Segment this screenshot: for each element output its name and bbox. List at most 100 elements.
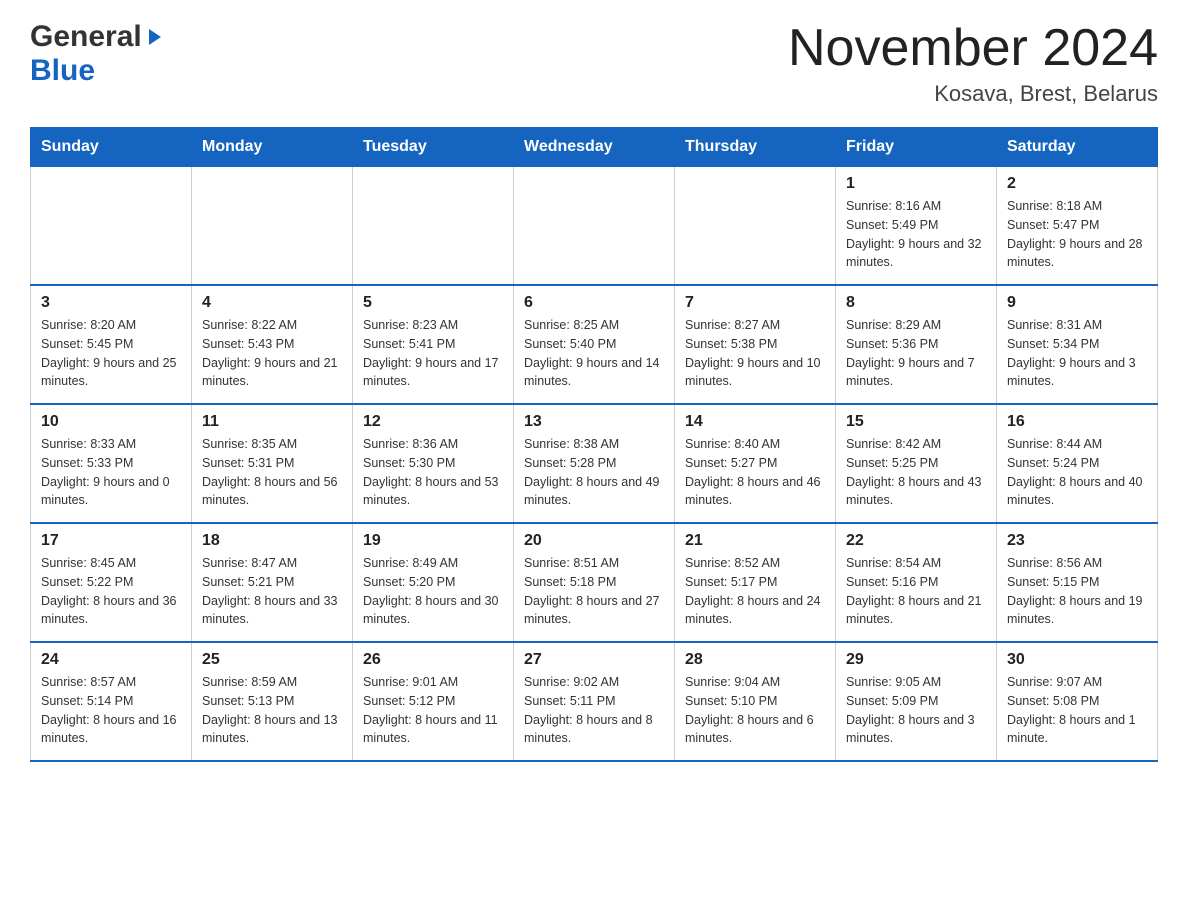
day-info: Sunrise: 8:31 AMSunset: 5:34 PMDaylight:… [1007,316,1147,391]
logo-arrow-icon [145,27,165,47]
day-info: Sunrise: 8:47 AMSunset: 5:21 PMDaylight:… [202,554,342,629]
day-number: 9 [1007,294,1147,312]
day-info: Sunrise: 8:29 AMSunset: 5:36 PMDaylight:… [846,316,986,391]
table-row: 8 Sunrise: 8:29 AMSunset: 5:36 PMDaylight… [836,285,997,404]
day-number: 26 [363,651,503,669]
page-header: General Blue November 2024 Kosava, Brest… [30,20,1158,107]
calendar-week-row: 17Sunrise: 8:45 AMSunset: 5:22 PMDayligh… [31,523,1158,642]
calendar-week-row: 3 Sunrise: 8:20 AMSunset: 5:45 PMDaylight… [31,285,1158,404]
day-info: Sunrise: 9:02 AMSunset: 5:11 PMDaylight:… [524,673,664,748]
day-info: Sunrise: 8:40 AMSunset: 5:27 PMDaylight:… [685,435,825,510]
day-number: 3 [41,294,181,312]
calendar-header-row: Sunday Monday Tuesday Wednesday Thursday… [31,128,1158,167]
table-row: 2 Sunrise: 8:18 AMSunset: 5:47 PMDaylight… [997,167,1158,286]
day-info: Sunrise: 8:38 AMSunset: 5:28 PMDaylight:… [524,435,664,510]
calendar-week-row: 10 Sunrise: 8:33 AMSunset: 5:33 PMDayligh… [31,404,1158,523]
day-info: Sunrise: 8:59 AMSunset: 5:13 PMDaylight:… [202,673,342,748]
day-info: Sunrise: 8:25 AMSunset: 5:40 PMDaylight:… [524,316,664,391]
table-row: 30 Sunrise: 9:07 AMSunset: 5:08 PMDayligh… [997,642,1158,761]
calendar-subtitle: Kosava, Brest, Belarus [788,81,1158,107]
calendar-table: Sunday Monday Tuesday Wednesday Thursday… [30,127,1158,762]
col-friday: Friday [836,128,997,167]
day-number: 15 [846,413,986,431]
table-row: 11Sunrise: 8:35 AMSunset: 5:31 PMDayligh… [192,404,353,523]
calendar-week-row: 1 Sunrise: 8:16 AMSunset: 5:49 PMDaylight… [31,167,1158,286]
day-number: 13 [524,413,664,431]
day-info: Sunrise: 8:23 AMSunset: 5:41 PMDaylight:… [363,316,503,391]
table-row: 3 Sunrise: 8:20 AMSunset: 5:45 PMDaylight… [31,285,192,404]
col-wednesday: Wednesday [514,128,675,167]
day-number: 21 [685,532,825,550]
table-row: 4 Sunrise: 8:22 AMSunset: 5:43 PMDaylight… [192,285,353,404]
table-row: 14Sunrise: 8:40 AMSunset: 5:27 PMDayligh… [675,404,836,523]
day-info: Sunrise: 9:05 AMSunset: 5:09 PMDaylight:… [846,673,986,748]
day-info: Sunrise: 9:01 AMSunset: 5:12 PMDaylight:… [363,673,503,748]
table-row: 27 Sunrise: 9:02 AMSunset: 5:11 PMDayligh… [514,642,675,761]
table-row: 13 Sunrise: 8:38 AMSunset: 5:28 PMDayligh… [514,404,675,523]
table-row: 16Sunrise: 8:44 AMSunset: 5:24 PMDayligh… [997,404,1158,523]
col-monday: Monday [192,128,353,167]
day-number: 19 [363,532,503,550]
day-info: Sunrise: 8:33 AMSunset: 5:33 PMDaylight:… [41,435,181,510]
day-info: Sunrise: 9:07 AMSunset: 5:08 PMDaylight:… [1007,673,1147,748]
table-row: 22 Sunrise: 8:54 AMSunset: 5:16 PMDayligh… [836,523,997,642]
table-row: 17Sunrise: 8:45 AMSunset: 5:22 PMDayligh… [31,523,192,642]
day-number: 8 [846,294,986,312]
day-info: Sunrise: 8:27 AMSunset: 5:38 PMDaylight:… [685,316,825,391]
day-number: 24 [41,651,181,669]
day-info: Sunrise: 8:52 AMSunset: 5:17 PMDaylight:… [685,554,825,629]
day-number: 20 [524,532,664,550]
table-row: 1 Sunrise: 8:16 AMSunset: 5:49 PMDaylight… [836,167,997,286]
table-row [31,167,192,286]
day-info: Sunrise: 8:56 AMSunset: 5:15 PMDaylight:… [1007,554,1147,629]
day-info: Sunrise: 8:35 AMSunset: 5:31 PMDaylight:… [202,435,342,510]
day-number: 27 [524,651,664,669]
day-number: 4 [202,294,342,312]
calendar-week-row: 24 Sunrise: 8:57 AMSunset: 5:14 PMDayligh… [31,642,1158,761]
table-row: 12Sunrise: 8:36 AMSunset: 5:30 PMDayligh… [353,404,514,523]
day-info: Sunrise: 8:49 AMSunset: 5:20 PMDaylight:… [363,554,503,629]
day-info: Sunrise: 8:45 AMSunset: 5:22 PMDaylight:… [41,554,181,629]
table-row: 29Sunrise: 9:05 AMSunset: 5:09 PMDayligh… [836,642,997,761]
table-row: 5 Sunrise: 8:23 AMSunset: 5:41 PMDaylight… [353,285,514,404]
day-number: 5 [363,294,503,312]
day-info: Sunrise: 8:54 AMSunset: 5:16 PMDaylight:… [846,554,986,629]
day-number: 23 [1007,532,1147,550]
table-row: 19 Sunrise: 8:49 AMSunset: 5:20 PMDayligh… [353,523,514,642]
table-row: 15Sunrise: 8:42 AMSunset: 5:25 PMDayligh… [836,404,997,523]
day-info: Sunrise: 8:22 AMSunset: 5:43 PMDaylight:… [202,316,342,391]
table-row [675,167,836,286]
day-info: Sunrise: 8:20 AMSunset: 5:45 PMDaylight:… [41,316,181,391]
day-number: 6 [524,294,664,312]
table-row [353,167,514,286]
table-row: 10 Sunrise: 8:33 AMSunset: 5:33 PMDayligh… [31,404,192,523]
logo: General Blue [30,20,165,88]
day-info: Sunrise: 8:51 AMSunset: 5:18 PMDaylight:… [524,554,664,629]
table-row: 9 Sunrise: 8:31 AMSunset: 5:34 PMDaylight… [997,285,1158,404]
day-number: 12 [363,413,503,431]
day-number: 2 [1007,175,1147,193]
day-number: 30 [1007,651,1147,669]
logo-blue-text: Blue [30,54,95,88]
table-row: 25Sunrise: 8:59 AMSunset: 5:13 PMDayligh… [192,642,353,761]
day-number: 22 [846,532,986,550]
col-sunday: Sunday [31,128,192,167]
table-row: 26 Sunrise: 9:01 AMSunset: 5:12 PMDayligh… [353,642,514,761]
day-info: Sunrise: 8:57 AMSunset: 5:14 PMDaylight:… [41,673,181,748]
table-row: 24 Sunrise: 8:57 AMSunset: 5:14 PMDayligh… [31,642,192,761]
day-number: 16 [1007,413,1147,431]
col-saturday: Saturday [997,128,1158,167]
table-row [192,167,353,286]
day-info: Sunrise: 9:04 AMSunset: 5:10 PMDaylight:… [685,673,825,748]
col-thursday: Thursday [675,128,836,167]
table-row [514,167,675,286]
day-number: 1 [846,175,986,193]
day-info: Sunrise: 8:16 AMSunset: 5:49 PMDaylight:… [846,197,986,272]
day-number: 10 [41,413,181,431]
day-number: 28 [685,651,825,669]
table-row: 7Sunrise: 8:27 AMSunset: 5:38 PMDaylight… [675,285,836,404]
day-info: Sunrise: 8:18 AMSunset: 5:47 PMDaylight:… [1007,197,1147,272]
col-tuesday: Tuesday [353,128,514,167]
table-row: 20 Sunrise: 8:51 AMSunset: 5:18 PMDayligh… [514,523,675,642]
table-row: 28 Sunrise: 9:04 AMSunset: 5:10 PMDayligh… [675,642,836,761]
